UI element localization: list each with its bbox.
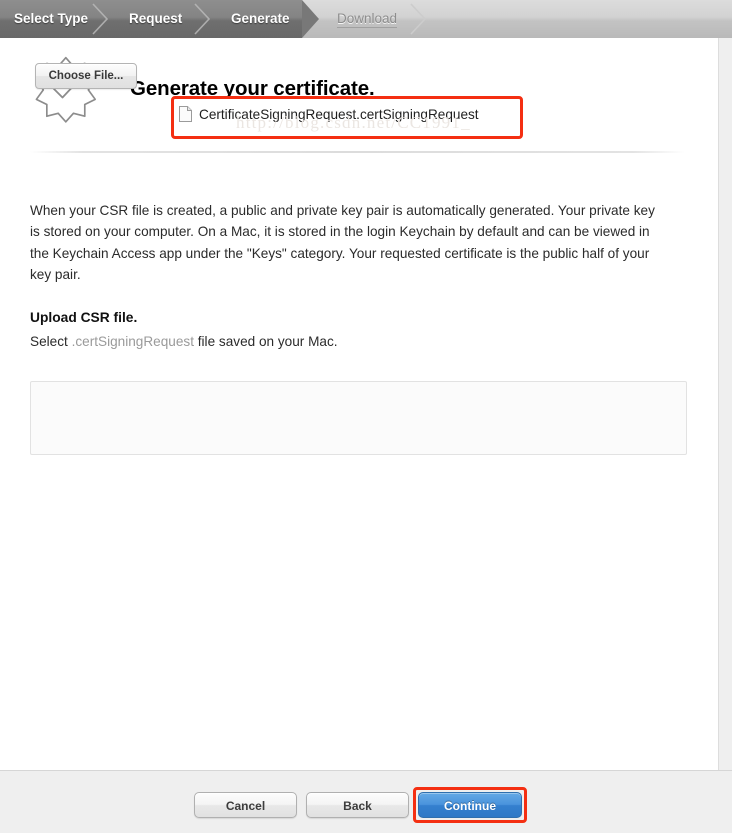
step-select-type[interactable]: Select Type — [14, 0, 88, 38]
file-upload-panel — [30, 381, 687, 455]
footer-action-bar: Cancel Back Continue — [0, 770, 732, 833]
selected-file-name: CertificateSigningRequest.certSigningReq… — [199, 106, 479, 122]
step-label: Generate — [231, 11, 290, 26]
upload-section-instruction: Select .certSigningRequest file saved on… — [30, 334, 338, 349]
step-generate[interactable]: Generate — [231, 0, 290, 38]
instruction-suffix: file saved on your Mac. — [193, 334, 338, 349]
step-separator-chevron-2-icon — [192, 0, 214, 38]
selected-file-row[interactable]: CertificateSigningRequest.certSigningReq… — [179, 102, 479, 126]
step-separator-chevron-3-icon — [408, 0, 430, 38]
cancel-button[interactable]: Cancel — [194, 792, 297, 818]
intro-paragraph: When your CSR file is created, a public … — [30, 202, 655, 283]
step-download[interactable]: Download — [337, 0, 398, 38]
stepbar-active-arrow-point — [302, 0, 319, 38]
choose-file-button[interactable]: Choose File... — [35, 63, 137, 89]
step-separator-chevron-1-icon — [90, 0, 112, 38]
instruction-prefix: Select — [30, 334, 72, 349]
progress-stepbar: Select Type Request Generate Download — [0, 0, 732, 38]
document-icon — [179, 106, 192, 122]
back-button[interactable]: Back — [306, 792, 409, 818]
continue-button[interactable]: Continue — [418, 792, 522, 818]
step-request[interactable]: Request — [129, 0, 182, 38]
step-label: Select Type — [14, 11, 89, 26]
step-label: Request — [129, 11, 183, 26]
header-divider — [30, 151, 685, 153]
step-label: Download — [337, 11, 398, 28]
upload-section-heading: Upload CSR file. — [30, 310, 138, 325]
main-content-panel: Generate your certificate. When your CSR… — [0, 38, 719, 770]
instruction-extension: .certSigningRequest — [71, 334, 194, 349]
